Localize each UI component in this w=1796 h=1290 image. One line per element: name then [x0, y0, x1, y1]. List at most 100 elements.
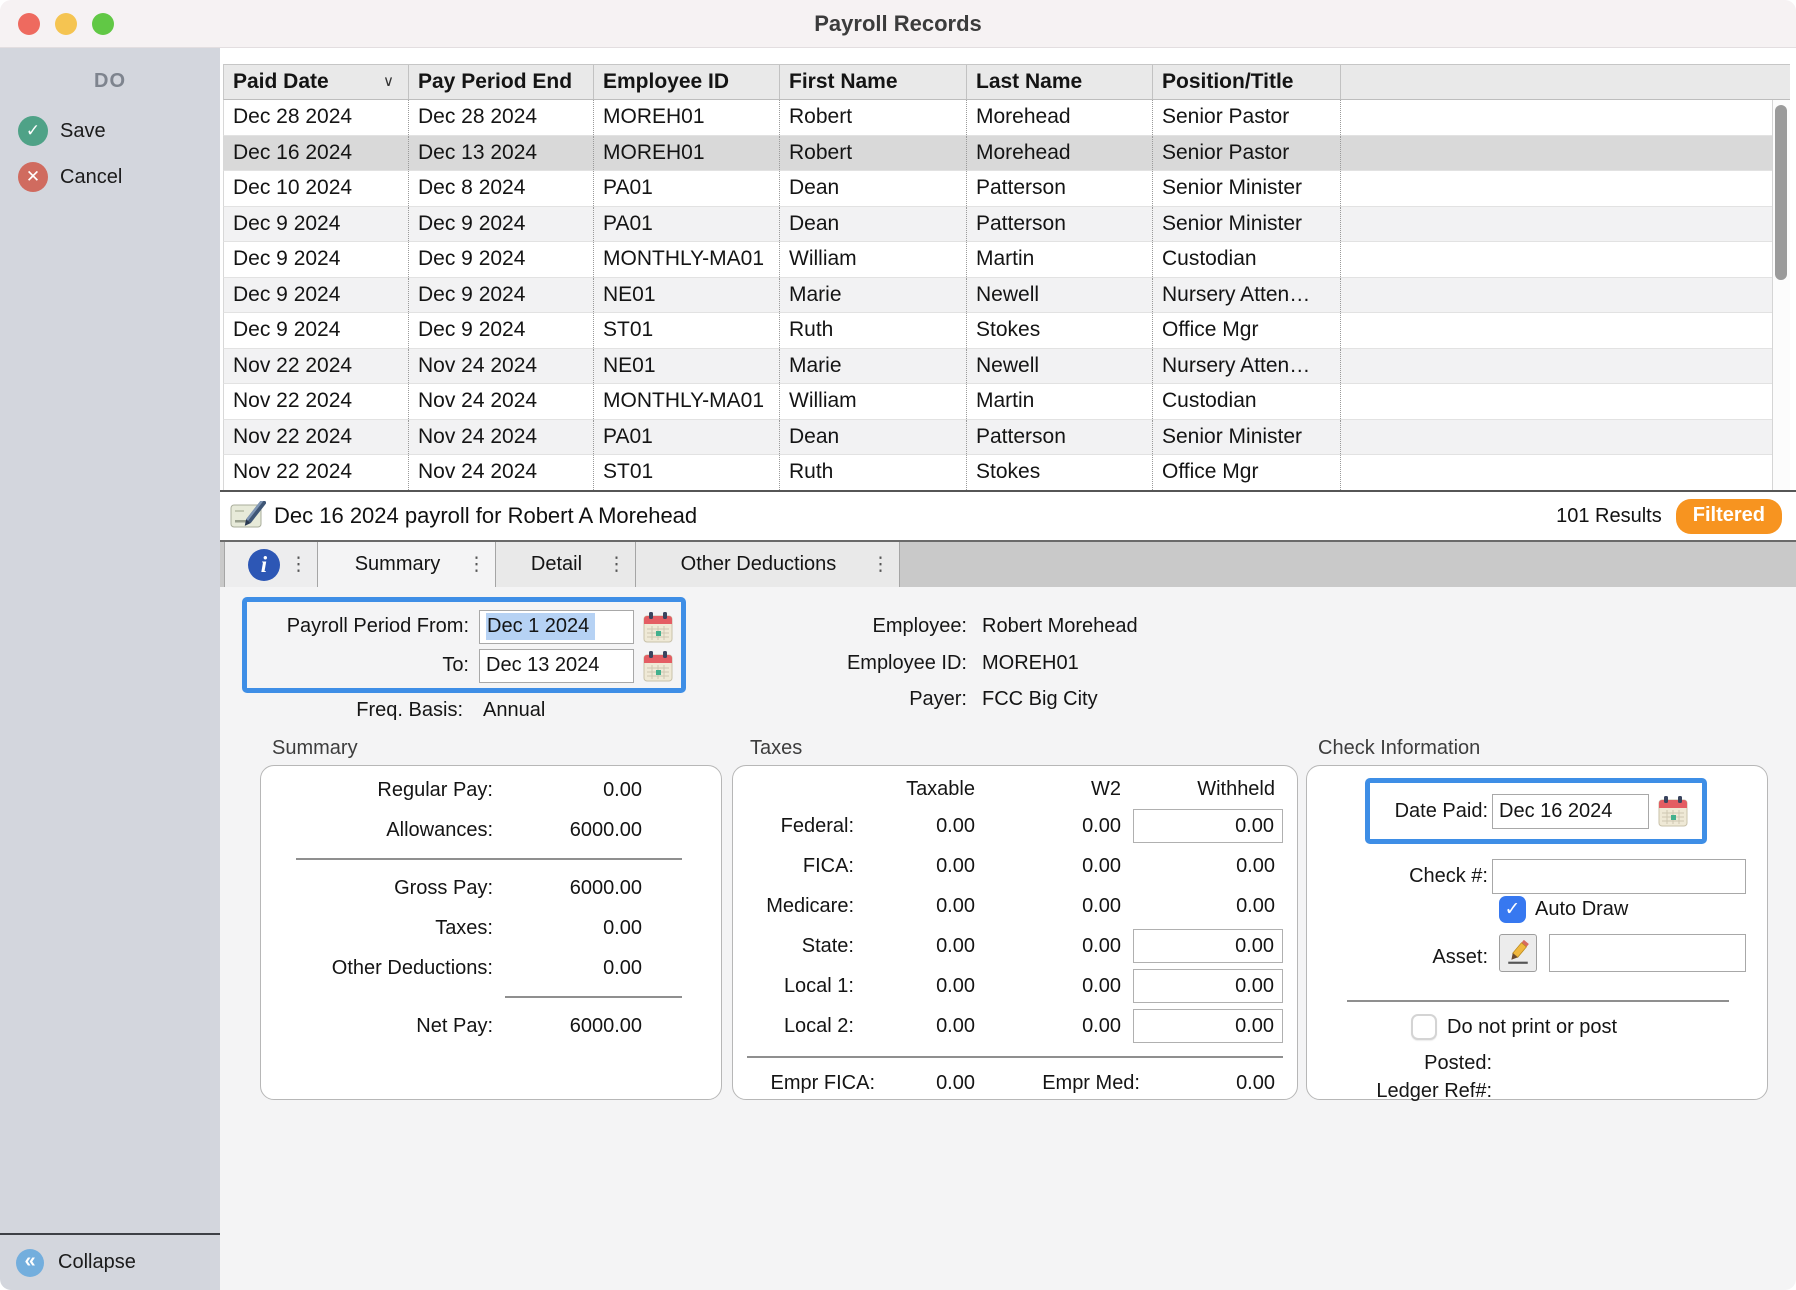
calendar-icon[interactable]: [643, 650, 673, 682]
x-circle-icon: ✕: [18, 162, 48, 192]
empr-med-value: 0.00: [1140, 1072, 1283, 1095]
summary-row-label: Allowances:: [261, 819, 493, 842]
period-from-input[interactable]: Dec 1 2024: [479, 610, 634, 644]
content-area: Paid Date∨Pay Period EndEmployee IDFirst…: [220, 48, 1796, 1290]
column-header-first-name[interactable]: First Name: [780, 65, 967, 99]
do-not-print-label: Do not print or post: [1447, 1016, 1617, 1039]
table-row[interactable]: Nov 22 2024Nov 24 2024ST01RuthStokesOffi…: [223, 455, 1790, 490]
do-not-print-checkbox[interactable]: [1411, 1014, 1437, 1040]
date-paid-group: Date Paid: Dec 16 2024: [1365, 778, 1707, 844]
column-header-pay-period-end[interactable]: Pay Period End: [409, 65, 594, 99]
table-row[interactable]: Dec 9 2024Dec 9 2024MONTHLY-MA01WilliamM…: [223, 242, 1790, 278]
table-cell: Senior Minister: [1153, 207, 1341, 242]
table-cell: MONTHLY-MA01: [594, 384, 780, 419]
check-number-input[interactable]: [1492, 859, 1746, 894]
vertical-scrollbar[interactable]: [1772, 100, 1790, 490]
summary-section-label: Summary: [272, 737, 358, 760]
table-cell: NE01: [594, 278, 780, 313]
spacer: [733, 778, 854, 806]
summary-row: Other Deductions:0.00: [261, 948, 721, 988]
check-circle-icon: ✓: [18, 116, 48, 146]
tab-info[interactable]: i ⋮: [224, 542, 318, 587]
withheld-value: 0.00: [1236, 855, 1283, 878]
tab-bar-filler: [900, 542, 1796, 587]
tab-detail[interactable]: Detail ⋮: [496, 542, 636, 587]
tab-other-deductions[interactable]: Other Deductions ⋮: [636, 542, 900, 587]
table-cell-filler: [1341, 171, 1790, 206]
empr-fica-value: 0.00: [875, 1072, 975, 1095]
taxes-section-label: Taxes: [750, 737, 802, 760]
payroll-form: Payroll Period From: Dec 1 2024: [220, 587, 1796, 1290]
summary-row: Gross Pay:6000.00: [261, 868, 721, 908]
column-header-position-title[interactable]: Position/Title: [1153, 65, 1341, 99]
asset-input[interactable]: [1549, 934, 1746, 972]
table-cell: Morehead: [967, 136, 1153, 171]
summary-row-value: 0.00: [493, 779, 642, 802]
table-cell: ST01: [594, 455, 780, 490]
table-row[interactable]: Dec 16 2024Dec 13 2024MOREH01RobertMoreh…: [223, 136, 1790, 172]
withheld-input[interactable]: 0.00: [1133, 1009, 1283, 1043]
record-title: Dec 16 2024 payroll for Robert A Morehea…: [274, 503, 697, 529]
table-cell: Dec 9 2024: [409, 242, 594, 277]
date-paid-input[interactable]: Dec 16 2024: [1492, 794, 1649, 829]
tax-row-label: Medicare:: [733, 895, 854, 918]
cancel-button[interactable]: ✕ Cancel: [0, 154, 220, 200]
table-cell: Nov 22 2024: [224, 420, 409, 455]
table-cell: Dec 16 2024: [224, 136, 409, 171]
taxes-column-headers: Taxable W2 Withheld: [733, 766, 1297, 806]
taxable-value: 0.00: [854, 935, 975, 958]
table-cell: Dec 9 2024: [224, 313, 409, 348]
table-cell: Ruth: [780, 313, 967, 348]
auto-draw-checkbox[interactable]: ✓: [1499, 896, 1526, 923]
tab-menu-dots-icon[interactable]: ⋮: [607, 553, 626, 576]
tab-menu-dots-icon[interactable]: ⋮: [871, 553, 890, 576]
table-cell-filler: [1341, 207, 1790, 242]
records-table: Paid Date∨Pay Period EndEmployee IDFirst…: [220, 48, 1796, 492]
withheld-cell: 0.00: [1121, 855, 1283, 878]
table-row[interactable]: Dec 9 2024Dec 9 2024PA01DeanPattersonSen…: [223, 207, 1790, 243]
table-row[interactable]: Dec 10 2024Dec 8 2024PA01DeanPattersonSe…: [223, 171, 1790, 207]
withheld-input[interactable]: 0.00: [1133, 809, 1283, 843]
withheld-input[interactable]: 0.00: [1133, 969, 1283, 1003]
taxable-value: 0.00: [854, 1015, 975, 1038]
table-row[interactable]: Dec 9 2024Dec 9 2024NE01MarieNewellNurse…: [223, 278, 1790, 314]
table-row[interactable]: Nov 22 2024Nov 24 2024PA01DeanPattersonS…: [223, 420, 1790, 456]
table-row[interactable]: Dec 9 2024Dec 9 2024ST01RuthStokesOffice…: [223, 313, 1790, 349]
tax-row-local-2: Local 2:0.000.000.00: [733, 1006, 1297, 1046]
tab-bar: i ⋮ Summary ⋮ Detail ⋮ Other Deductions …: [220, 542, 1796, 587]
table-row[interactable]: Nov 22 2024Nov 24 2024NE01MarieNewellNur…: [223, 349, 1790, 385]
scrollbar-thumb[interactable]: [1775, 105, 1787, 280]
table-cell: Nov 22 2024: [224, 349, 409, 384]
table-cell: Stokes: [967, 455, 1153, 490]
column-header-paid-date[interactable]: Paid Date∨: [224, 65, 409, 99]
w2-value: 0.00: [975, 975, 1121, 998]
table-cell: Martin: [967, 242, 1153, 277]
tab-menu-dots-icon[interactable]: ⋮: [467, 553, 486, 576]
tab-menu-dots-icon[interactable]: ⋮: [289, 553, 308, 576]
table-row[interactable]: Nov 22 2024Nov 24 2024MONTHLY-MA01Willia…: [223, 384, 1790, 420]
asset-picker-button[interactable]: [1499, 934, 1537, 972]
table-cell: Newell: [967, 349, 1153, 384]
sort-chevron-down-icon: ∨: [383, 65, 394, 99]
save-button[interactable]: ✓ Save: [0, 108, 220, 154]
tab-summary-label: Summary: [355, 553, 459, 576]
info-icon: i: [248, 549, 280, 581]
table-cell: Dec 9 2024: [409, 207, 594, 242]
calendar-icon[interactable]: [643, 611, 673, 643]
tab-other-deductions-label: Other Deductions: [681, 553, 855, 576]
tax-row-state: State:0.000.000.00: [733, 926, 1297, 966]
column-header-last-name[interactable]: Last Name: [967, 65, 1153, 99]
withheld-input[interactable]: 0.00: [1133, 929, 1283, 963]
table-row[interactable]: Dec 28 2024Dec 28 2024MOREH01RobertMoreh…: [223, 100, 1790, 136]
table-cell: Senior Minister: [1153, 420, 1341, 455]
filtered-badge[interactable]: Filtered: [1676, 499, 1782, 534]
tab-summary[interactable]: Summary ⋮: [318, 542, 496, 587]
collapse-button[interactable]: « Collapse: [0, 1233, 220, 1290]
table-cell-filler: [1341, 278, 1790, 313]
record-status-bar: Dec 16 2024 payroll for Robert A Morehea…: [220, 492, 1796, 542]
column-header-employee-id[interactable]: Employee ID: [594, 65, 780, 99]
table-body: Dec 28 2024Dec 28 2024MOREH01RobertMoreh…: [223, 100, 1790, 490]
summary-row-value: 0.00: [493, 917, 642, 940]
calendar-icon[interactable]: [1658, 795, 1688, 827]
period-to-input[interactable]: Dec 13 2024: [479, 649, 634, 683]
